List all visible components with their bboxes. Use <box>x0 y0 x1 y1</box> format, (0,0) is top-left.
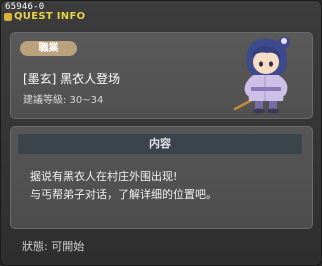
recommended-level: 建議等級: 30~34 <box>23 95 104 106</box>
description-line: 据说有黑衣人在村庄外围出现! <box>30 170 178 183</box>
content-header: 内容 <box>18 134 302 154</box>
quest-info-icon <box>4 13 12 21</box>
quest-content-panel: 内容 据说有黑衣人在村庄外围出现! 与丐帮弟子对话，了解详细的位置吧。 <box>10 126 313 229</box>
quest-status: 狀態: 可開始 <box>22 240 85 253</box>
npc-character-icon <box>233 37 290 114</box>
description-line: 与丐帮弟子对话，了解详细的位置吧。 <box>30 188 217 201</box>
job-badge: 職業 <box>20 41 77 56</box>
quest-name: [墨玄] 黑衣人登场 <box>23 72 121 86</box>
quest-summary-panel: 職業 [墨玄] 黑衣人登场 建議等級: 30~34 <box>10 32 313 119</box>
quest-description: 据说有黑衣人在村庄外围出现! 与丐帮弟子对话，了解详细的位置吧。 <box>30 168 217 204</box>
quest-info-window: 65946-0 QUEST INFO 職業 [墨玄] 黑衣人登场 建議等級: 3… <box>0 0 322 266</box>
window-title: QUEST INFO <box>14 11 86 22</box>
